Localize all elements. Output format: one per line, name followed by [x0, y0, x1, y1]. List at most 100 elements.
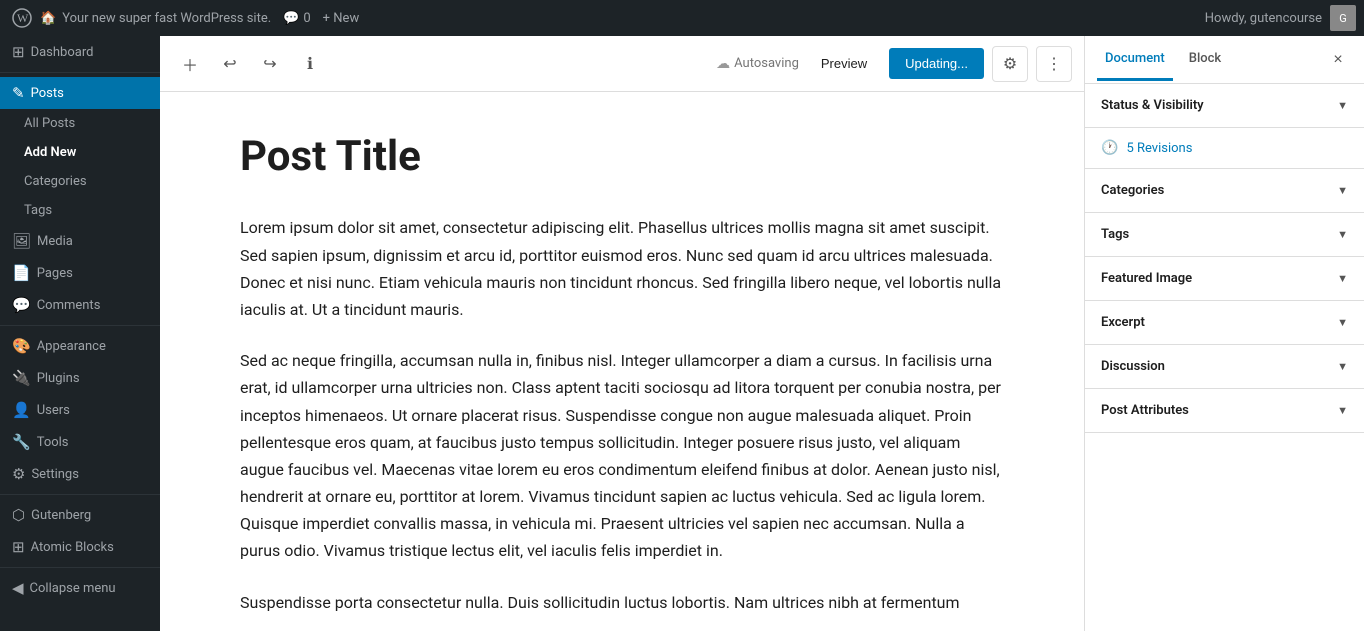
editor-content[interactable]: Post Title Lorem ipsum dolor sit amet, c… [160, 92, 1084, 631]
excerpt-label: Excerpt [1101, 315, 1145, 330]
collapse-label: Collapse menu [30, 581, 116, 596]
settings-button[interactable]: ⚙ [992, 46, 1028, 82]
sidebar-item-atomic-blocks[interactable]: ⊞ Atomic Blocks [0, 531, 160, 563]
preview-button[interactable]: Preview [807, 50, 881, 77]
categories-label: Categories [24, 174, 87, 189]
paragraph-3[interactable]: Suspendisse porta consectetur nulla. Dui… [240, 589, 1004, 616]
dashboard-icon: ⊞ [12, 43, 25, 61]
sidebar-item-plugins[interactable]: 🔌 Plugins [0, 362, 160, 394]
section-excerpt: Excerpt ▼ [1085, 301, 1364, 345]
section-post-attributes-header[interactable]: Post Attributes ▼ [1085, 389, 1364, 432]
sidebar-item-collapse[interactable]: ◀ Collapse menu [0, 572, 160, 604]
editor-area: ＋ ↩ ↪ ℹ ☁ Autosaving Preview [160, 36, 1084, 631]
adminbar-right: Howdy, gutencourse G [1205, 5, 1356, 31]
sidebar-item-users[interactable]: 👤 Users [0, 394, 160, 426]
add-block-button[interactable]: ＋ [172, 46, 208, 82]
admin-bar: W 🏠 Your new super fast WordPress site. … [0, 0, 1364, 36]
section-featured-image-header[interactable]: Featured Image ▼ [1085, 257, 1364, 300]
update-button[interactable]: Updating... [889, 48, 984, 79]
post-title[interactable]: Post Title [240, 132, 1004, 182]
preview-label: Preview [821, 56, 867, 71]
house-icon: 🏠 [40, 11, 56, 26]
atomic-blocks-label: Atomic Blocks [31, 540, 114, 555]
sidebar-item-tools[interactable]: 🔧 Tools [0, 426, 160, 458]
discussion-label: Discussion [1101, 359, 1165, 374]
settings-icon: ⚙ [12, 465, 25, 483]
tab-block[interactable]: Block [1181, 39, 1229, 81]
post-attributes-label: Post Attributes [1101, 403, 1189, 418]
tools-label: Tools [37, 435, 69, 450]
gear-icon: ⚙ [1003, 54, 1017, 74]
sidebar-item-add-new[interactable]: Add New [0, 138, 160, 167]
sidebar-item-comments[interactable]: 💬 Comments [0, 289, 160, 321]
info-icon: ℹ [307, 54, 313, 74]
posts-icon: ✎ [12, 84, 25, 102]
add-icon: ＋ [182, 52, 198, 76]
cloud-icon: ☁ [716, 56, 730, 72]
sidebar-item-all-posts[interactable]: All Posts [0, 109, 160, 138]
section-status-visibility: Status & Visibility ▼ [1085, 84, 1364, 128]
sidebar-item-media[interactable]: 🖼 Media [0, 225, 160, 257]
panel-tabs: Document Block × [1085, 36, 1364, 84]
section-tags: Tags ▼ [1085, 213, 1364, 257]
more-button[interactable]: ⋮ [1036, 46, 1072, 82]
sidebar-item-pages[interactable]: 📄 Pages [0, 257, 160, 289]
sidebar-item-dashboard[interactable]: ⊞ Dashboard [0, 36, 160, 68]
media-label: Media [37, 234, 73, 249]
sidebar-item-gutenberg[interactable]: ⬡ Gutenberg [0, 499, 160, 531]
sidebar-item-settings[interactable]: ⚙ Settings [0, 458, 160, 490]
revisions-label: 5 Revisions [1126, 141, 1192, 156]
chevron-down-icon: ▼ [1337, 99, 1348, 112]
gutenberg-label: Gutenberg [31, 508, 91, 523]
adminbar-new[interactable]: + New [323, 11, 360, 26]
panel-content: Status & Visibility ▼ 🕐 5 Revisions Cate… [1085, 84, 1364, 631]
section-discussion-header[interactable]: Discussion ▼ [1085, 345, 1364, 388]
section-status-visibility-header[interactable]: Status & Visibility ▼ [1085, 84, 1364, 127]
autosaving-indicator: ☁ Autosaving [716, 56, 799, 72]
clock-icon: 🕐 [1101, 140, 1118, 156]
undo-button[interactable]: ↩ [212, 46, 248, 82]
chevron-down-icon-5: ▼ [1337, 316, 1348, 329]
info-button[interactable]: ℹ [292, 46, 328, 82]
settings-label: Settings [31, 467, 78, 482]
dashboard-label: Dashboard [31, 45, 94, 60]
section-tags-header[interactable]: Tags ▼ [1085, 213, 1364, 256]
chevron-down-icon-4: ▼ [1337, 272, 1348, 285]
appearance-label: Appearance [37, 339, 106, 354]
gutenberg-icon: ⬡ [12, 506, 25, 524]
section-revisions: 🕐 5 Revisions [1085, 128, 1364, 169]
section-categories-header[interactable]: Categories ▼ [1085, 169, 1364, 212]
sidebar-item-posts[interactable]: ✎ Posts [0, 77, 160, 109]
plugins-icon: 🔌 [12, 369, 31, 387]
tools-icon: 🔧 [12, 433, 31, 451]
redo-button[interactable]: ↪ [252, 46, 288, 82]
adminbar-site[interactable]: 🏠 Your new super fast WordPress site. [40, 11, 271, 26]
wp-logo[interactable]: W [8, 4, 36, 32]
sidebar-item-tags[interactable]: Tags [0, 196, 160, 225]
all-posts-label: All Posts [24, 116, 75, 131]
sidebar-item-appearance[interactable]: 🎨 Appearance [0, 330, 160, 362]
comment-count: 0 [303, 11, 310, 26]
comments-icon: 💬 [12, 296, 31, 314]
tags-label: Tags [24, 203, 52, 218]
paragraph-2[interactable]: Sed ac neque fringilla, accumsan nulla i… [240, 347, 1004, 565]
section-post-attributes: Post Attributes ▼ [1085, 389, 1364, 433]
avatar[interactable]: G [1330, 5, 1356, 31]
section-featured-image: Featured Image ▼ [1085, 257, 1364, 301]
adminbar-comments[interactable]: 💬 0 [283, 11, 311, 26]
svg-text:W: W [17, 11, 29, 25]
section-excerpt-header[interactable]: Excerpt ▼ [1085, 301, 1364, 344]
tab-document[interactable]: Document [1097, 39, 1173, 81]
paragraph-1[interactable]: Lorem ipsum dolor sit amet, consectetur … [240, 214, 1004, 323]
panel-close-button[interactable]: × [1324, 46, 1352, 74]
collapse-icon: ◀ [12, 579, 24, 597]
pages-label: Pages [37, 266, 73, 281]
revisions-item[interactable]: 🕐 5 Revisions [1085, 128, 1364, 168]
media-icon: 🖼 [12, 232, 31, 250]
sidebar-item-categories[interactable]: Categories [0, 167, 160, 196]
chevron-down-icon-2: ▼ [1337, 184, 1348, 197]
howdy-text: Howdy, gutencourse [1205, 11, 1322, 26]
editor-toolbar: ＋ ↩ ↪ ℹ ☁ Autosaving Preview [160, 36, 1084, 92]
chevron-down-icon-7: ▼ [1337, 404, 1348, 417]
tags-panel-label: Tags [1101, 227, 1129, 242]
